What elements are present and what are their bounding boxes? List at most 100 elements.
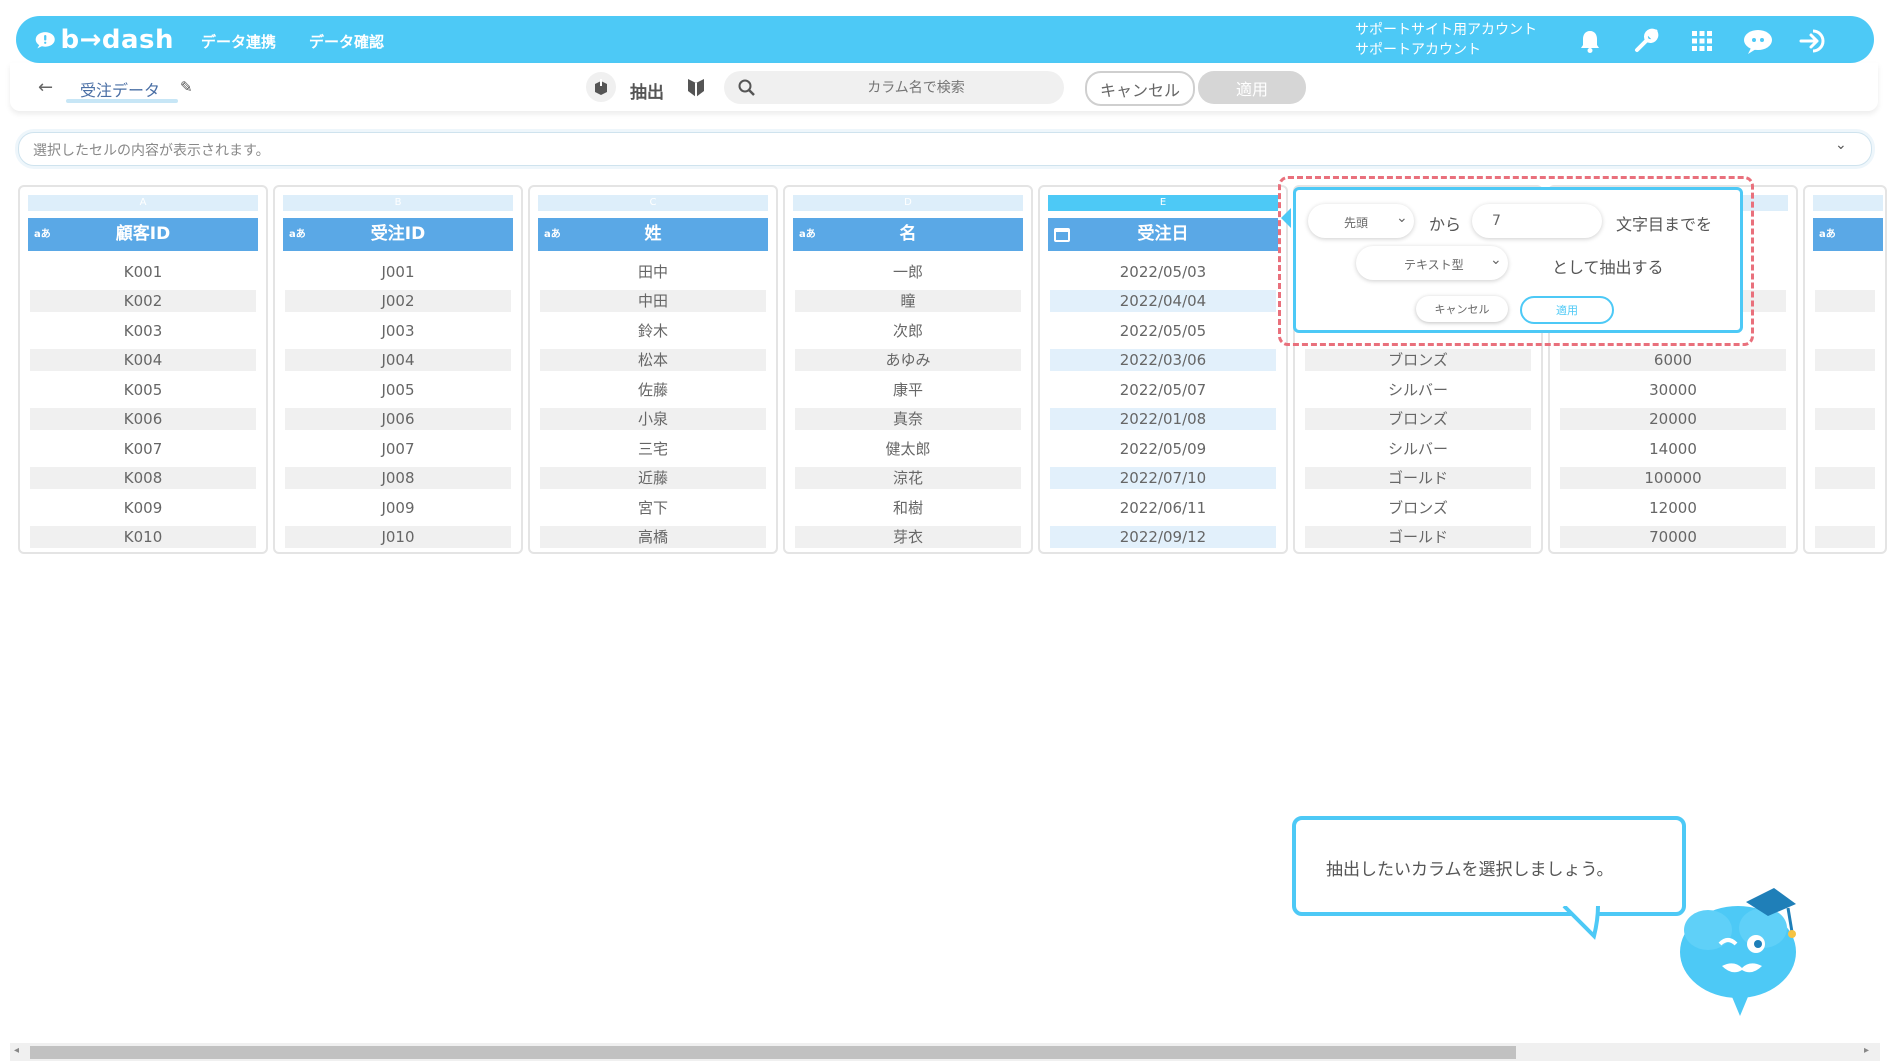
- table-cell[interactable]: 2022/05/03: [1050, 261, 1276, 283]
- table-cell[interactable]: 宮下: [540, 497, 766, 519]
- table-cell[interactable]: 2022/05/09: [1050, 438, 1276, 460]
- table-cell[interactable]: 近藤: [540, 467, 766, 489]
- scroll-left-arrow-icon[interactable]: ◂: [14, 1045, 19, 1056]
- grid-icon[interactable]: [1687, 26, 1717, 56]
- char-count-input[interactable]: 7: [1472, 204, 1602, 238]
- table-cell[interactable]: 松本: [540, 349, 766, 371]
- cell-content-bar[interactable]: 選択したセルの内容が表示されます。 ⌄: [18, 132, 1872, 166]
- table-cell[interactable]: 2022/04/04: [1050, 290, 1276, 312]
- table-cell[interactable]: J008: [285, 467, 511, 489]
- column-2[interactable]: Caあ 姓田中 中田 鈴木 松本 佐藤 小泉 三宅 近藤 宮下 高橋: [528, 185, 778, 554]
- popup-apply-button[interactable]: 適用: [1520, 296, 1614, 324]
- nav-data-check[interactable]: データ確認: [309, 31, 384, 52]
- table-cell[interactable]: [1815, 320, 1875, 342]
- column-header[interactable]: aあ 姓: [538, 218, 768, 251]
- search-field[interactable]: [724, 71, 1064, 104]
- column-letter[interactable]: E: [1048, 195, 1278, 211]
- column-7[interactable]: aあ: [1803, 185, 1887, 554]
- table-cell[interactable]: 芽衣: [795, 526, 1021, 548]
- popup-cancel-button[interactable]: キャンセル: [1416, 296, 1508, 322]
- column-1[interactable]: Baあ 受注ID J001 J002 J003 J004 J005 J006 J007 J008 J…: [273, 185, 523, 554]
- table-cell[interactable]: 2022/05/07: [1050, 379, 1276, 401]
- table-cell[interactable]: J007: [285, 438, 511, 460]
- table-cell[interactable]: 佐藤: [540, 379, 766, 401]
- table-cell[interactable]: 鈴木: [540, 320, 766, 342]
- table-cell[interactable]: 真奈: [795, 408, 1021, 430]
- column-header[interactable]: aあ 名: [793, 218, 1023, 251]
- bell-icon[interactable]: [1575, 26, 1605, 56]
- table-cell[interactable]: [1815, 408, 1875, 430]
- table-cell[interactable]: 2022/05/05: [1050, 320, 1276, 342]
- back-arrow-icon[interactable]: ←: [38, 77, 53, 98]
- type-select[interactable]: テキスト型 ⌄: [1356, 246, 1508, 280]
- table-cell[interactable]: J001: [285, 261, 511, 283]
- column-letter[interactable]: [1813, 195, 1883, 211]
- table-cell[interactable]: K001: [30, 261, 256, 283]
- table-cell[interactable]: 涼花: [795, 467, 1021, 489]
- table-cell[interactable]: J006: [285, 408, 511, 430]
- table-cell[interactable]: [1815, 497, 1875, 519]
- table-cell[interactable]: 2022/09/12: [1050, 526, 1276, 548]
- table-cell[interactable]: 次郎: [795, 320, 1021, 342]
- chat-icon[interactable]: [1743, 26, 1773, 56]
- cancel-button[interactable]: キャンセル: [1085, 71, 1195, 106]
- table-cell[interactable]: 田中: [540, 261, 766, 283]
- table-cell[interactable]: [1815, 467, 1875, 489]
- table-cell[interactable]: 2022/03/06: [1050, 349, 1276, 371]
- nav-data-link[interactable]: データ連携: [201, 31, 276, 52]
- table-cell[interactable]: 12000: [1560, 497, 1786, 519]
- table-cell[interactable]: [1815, 438, 1875, 460]
- table-cell[interactable]: 一郎: [795, 261, 1021, 283]
- table-cell[interactable]: 瞳: [795, 290, 1021, 312]
- table-cell[interactable]: シルバー: [1305, 438, 1531, 460]
- table-cell[interactable]: 6000: [1560, 349, 1786, 371]
- table-cell[interactable]: K008: [30, 467, 256, 489]
- table-cell[interactable]: 2022/01/08: [1050, 408, 1276, 430]
- table-cell[interactable]: 2022/07/10: [1050, 467, 1276, 489]
- table-cell[interactable]: 健太郎: [795, 438, 1021, 460]
- table-cell[interactable]: J005: [285, 379, 511, 401]
- table-cell[interactable]: [1815, 349, 1875, 371]
- apply-button[interactable]: 適用: [1198, 71, 1306, 104]
- table-cell[interactable]: [1815, 526, 1875, 548]
- search-input[interactable]: [784, 76, 1048, 100]
- logout-icon[interactable]: [1799, 26, 1829, 56]
- column-3[interactable]: Daあ 名一郎瞳次郎あゆみ康平真奈健太郎涼花和樹芽衣: [783, 185, 1033, 554]
- table-cell[interactable]: 中田: [540, 290, 766, 312]
- table-cell[interactable]: J003: [285, 320, 511, 342]
- table-cell[interactable]: [1815, 290, 1875, 312]
- table-cell[interactable]: 和樹: [795, 497, 1021, 519]
- column-4[interactable]: E 受注日 2022/05/03 2022/04/04 2022/05/05 2022/0…: [1038, 185, 1288, 554]
- scroll-right-arrow-icon[interactable]: ▸: [1864, 1045, 1869, 1056]
- table-cell[interactable]: 2022/06/11: [1050, 497, 1276, 519]
- table-cell[interactable]: 小泉: [540, 408, 766, 430]
- table-cell[interactable]: ブロンズ: [1305, 408, 1531, 430]
- horizontal-scrollbar-thumb[interactable]: [30, 1046, 1516, 1059]
- column-letter[interactable]: C: [538, 195, 768, 211]
- table-cell[interactable]: K006: [30, 408, 256, 430]
- table-cell[interactable]: 康平: [795, 379, 1021, 401]
- account-info[interactable]: サポートサイト用アカウント サポートアカウント: [1355, 20, 1537, 60]
- table-cell[interactable]: ゴールド: [1305, 526, 1531, 548]
- table-cell[interactable]: J009: [285, 497, 511, 519]
- table-cell[interactable]: K007: [30, 438, 256, 460]
- wrench-icon[interactable]: [1631, 26, 1661, 56]
- table-cell[interactable]: シルバー: [1305, 379, 1531, 401]
- table-cell[interactable]: 30000: [1560, 379, 1786, 401]
- table-cell[interactable]: あゆみ: [795, 349, 1021, 371]
- table-cell[interactable]: ブロンズ: [1305, 497, 1531, 519]
- table-cell[interactable]: 三宅: [540, 438, 766, 460]
- table-cell[interactable]: K002: [30, 290, 256, 312]
- table-cell[interactable]: [1815, 261, 1875, 283]
- chevron-down-icon[interactable]: ⌄: [1835, 137, 1847, 153]
- table-cell[interactable]: 100000: [1560, 467, 1786, 489]
- beginner-mark-icon[interactable]: [686, 77, 706, 99]
- column-letter[interactable]: D: [793, 195, 1023, 211]
- table-cell[interactable]: J004: [285, 349, 511, 371]
- table-cell[interactable]: ブロンズ: [1305, 349, 1531, 371]
- column-header[interactable]: aあ 顧客ID: [28, 218, 258, 251]
- table-cell[interactable]: ゴールド: [1305, 467, 1531, 489]
- column-header[interactable]: 受注日: [1048, 218, 1278, 251]
- table-cell[interactable]: K004: [30, 349, 256, 371]
- table-cell[interactable]: 20000: [1560, 408, 1786, 430]
